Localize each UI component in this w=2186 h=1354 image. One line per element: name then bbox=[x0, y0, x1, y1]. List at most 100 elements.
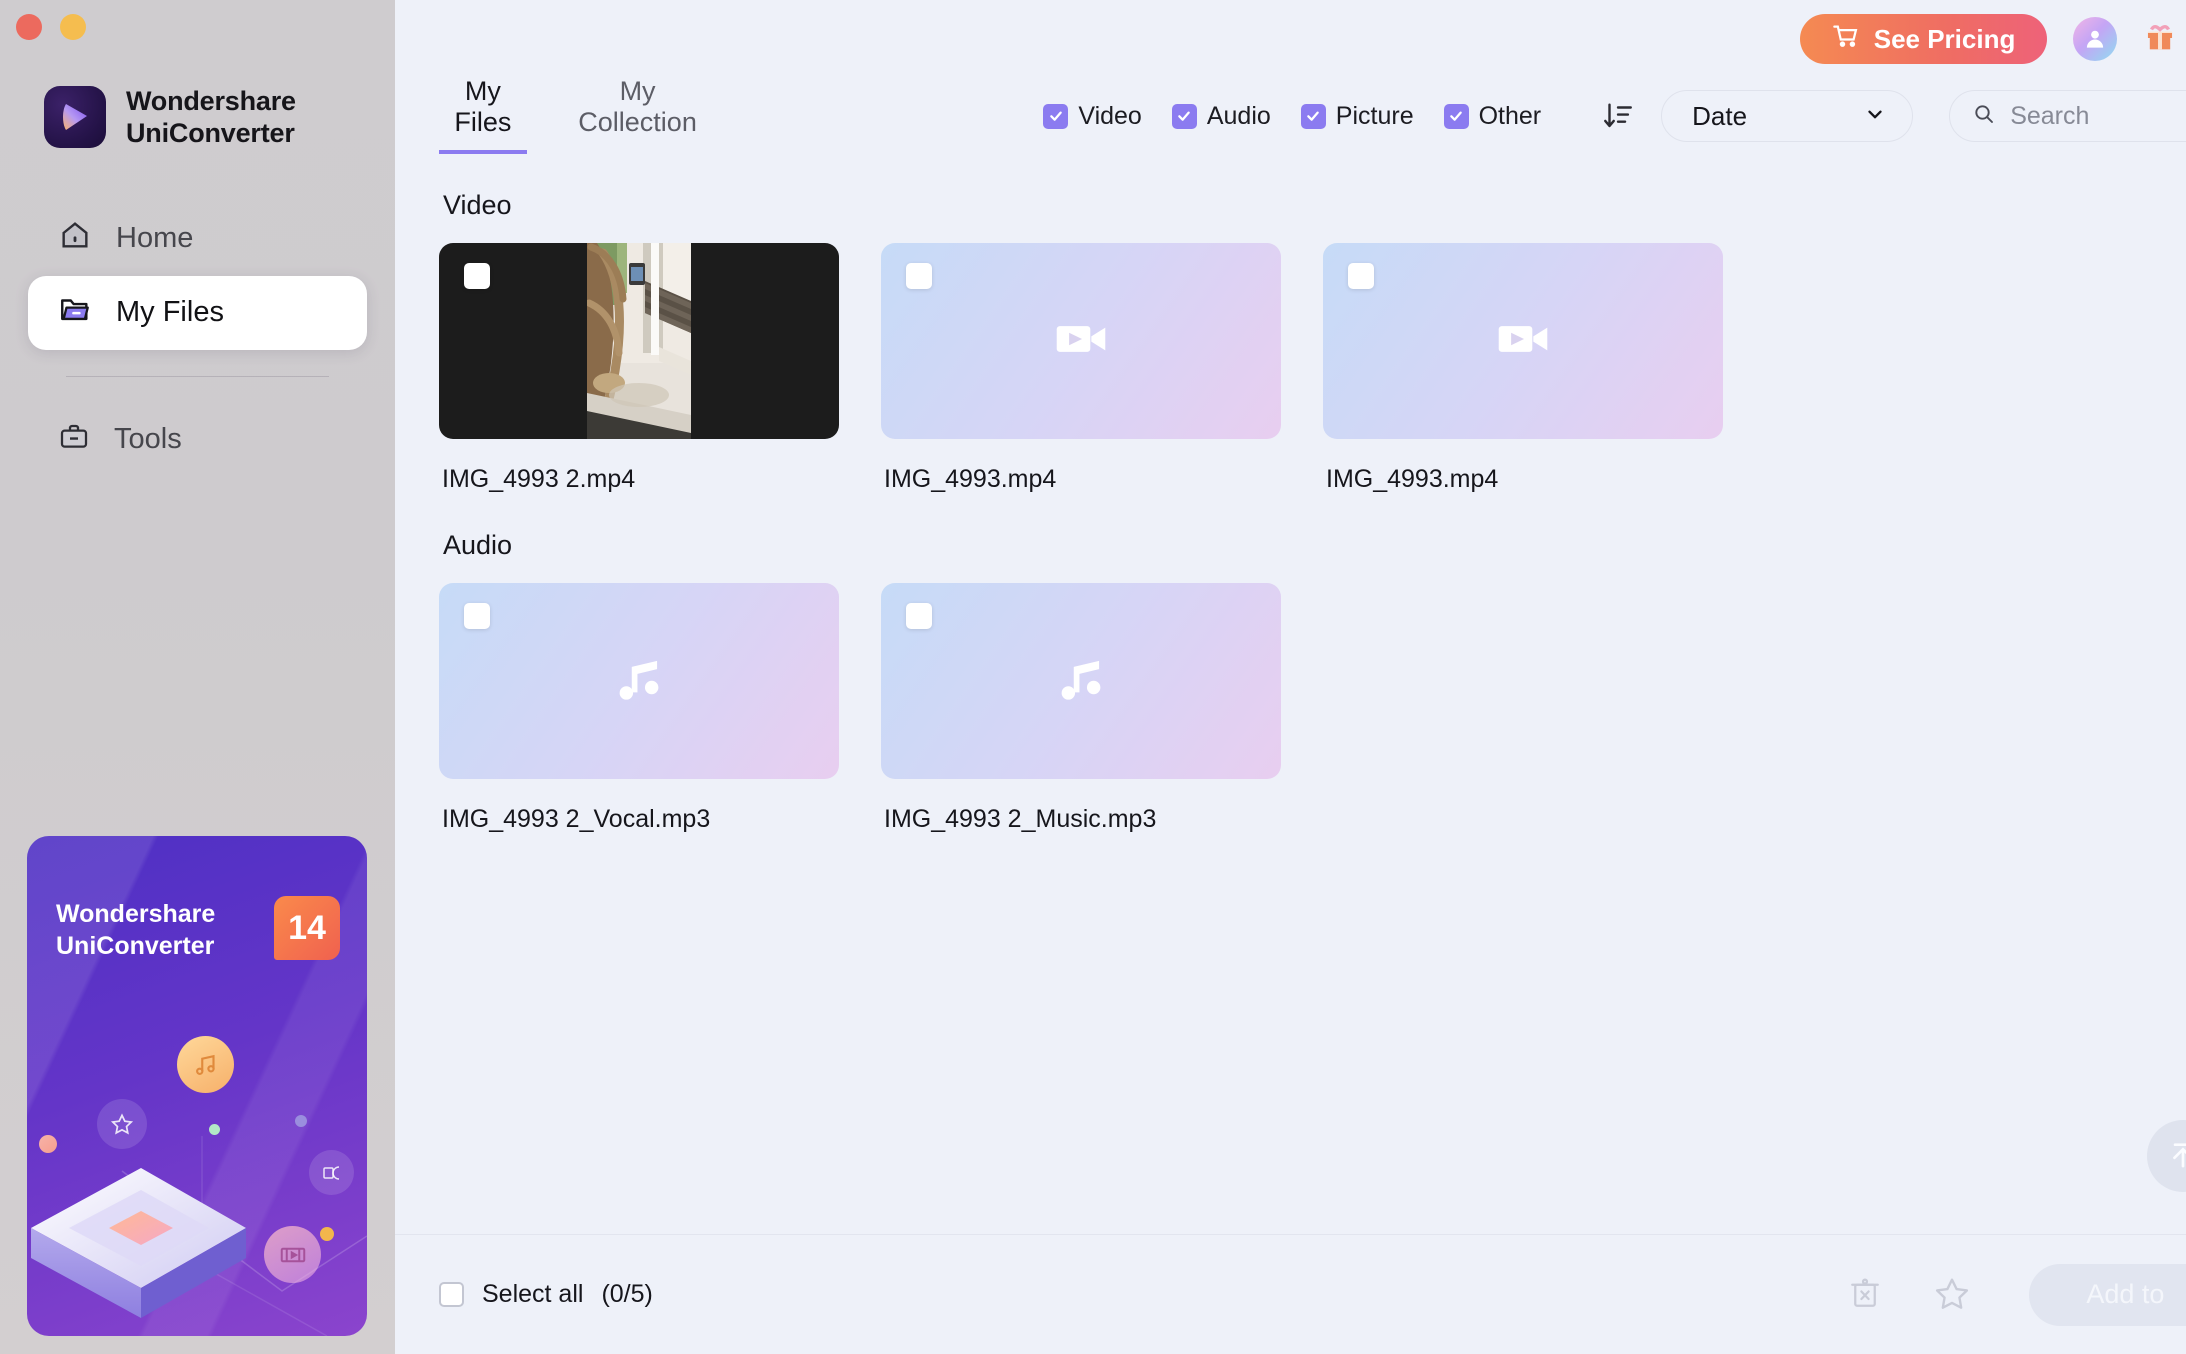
main-panel: See Pricing My Files My Collection Video… bbox=[395, 0, 2186, 1354]
sort-field-value: Date bbox=[1692, 100, 1748, 131]
file-name: IMG_4993 2_Music.mp3 bbox=[884, 805, 1157, 833]
checkbox-checked-icon bbox=[1043, 103, 1069, 129]
filter-picture-label: Picture bbox=[1335, 101, 1414, 130]
toolbox-icon bbox=[58, 420, 90, 460]
filter-audio[interactable]: Audio bbox=[1171, 101, 1271, 131]
sidebar-divider bbox=[66, 375, 329, 377]
audio-grid: IMG_4993 2_Vocal.mp3 IMG_4993 2_Music.mp… bbox=[439, 583, 2186, 834]
tab-my-files[interactable]: My Files bbox=[439, 76, 527, 154]
file-thumbnail-audio-placeholder[interactable] bbox=[439, 583, 839, 779]
close-window-button[interactable] bbox=[16, 14, 42, 40]
app-window: Wondershare UniConverter Home My Files T… bbox=[0, 0, 2186, 1354]
video-preview-frame bbox=[587, 243, 691, 439]
search-input[interactable] bbox=[2010, 101, 2186, 131]
sidebar-item-tools[interactable]: Tools bbox=[28, 403, 367, 477]
bottom-action-bar: Select all (0/5) Add to bbox=[395, 1234, 2186, 1354]
window-controls bbox=[16, 14, 86, 40]
promo-banner[interactable]: Wondershare UniConverter 14 bbox=[27, 836, 367, 1336]
file-card[interactable]: IMG_4993.mp4 bbox=[1323, 243, 1723, 494]
sidebar-item-label-home: Home bbox=[116, 222, 194, 255]
add-to-button[interactable]: Add to bbox=[2029, 1263, 2186, 1326]
see-pricing-button[interactable]: See Pricing bbox=[1799, 14, 2048, 64]
filter-other-label: Other bbox=[1478, 101, 1542, 130]
promo-film-bubble-icon bbox=[264, 1226, 321, 1283]
search-box[interactable] bbox=[1949, 90, 2186, 142]
search-icon bbox=[1972, 102, 1996, 131]
sort-field-select[interactable]: Date bbox=[1661, 90, 1914, 142]
sidebar-item-my-files[interactable]: My Files bbox=[28, 275, 367, 350]
filter-audio-label: Audio bbox=[1206, 101, 1271, 130]
sidebar-item-label-tools: Tools bbox=[114, 423, 182, 456]
minimize-window-button[interactable] bbox=[60, 14, 86, 40]
section-title-video: Video bbox=[443, 190, 512, 220]
music-note-icon bbox=[608, 648, 670, 715]
file-select-checkbox[interactable] bbox=[1348, 263, 1374, 289]
sort-descending-icon[interactable] bbox=[1601, 99, 1635, 133]
filter-other[interactable]: Other bbox=[1443, 101, 1542, 131]
file-card[interactable]: IMG_4993 2.mp4 bbox=[439, 243, 839, 494]
delete-button[interactable] bbox=[1847, 1275, 1883, 1314]
file-thumbnail-video-placeholder[interactable] bbox=[881, 243, 1281, 439]
sidebar-item-home[interactable]: Home bbox=[28, 202, 367, 276]
promo-music-bubble-icon bbox=[177, 1036, 234, 1093]
home-icon bbox=[58, 218, 92, 260]
file-select-checkbox[interactable] bbox=[464, 263, 490, 289]
scroll-to-top-button[interactable] bbox=[2147, 1120, 2186, 1192]
file-name: IMG_4993 2.mp4 bbox=[442, 465, 636, 493]
brand-line-2: UniConverter bbox=[126, 118, 295, 149]
file-name: IMG_4993 2_Vocal.mp3 bbox=[442, 805, 711, 833]
account-avatar-button[interactable] bbox=[2073, 17, 2118, 61]
section-title-audio: Audio bbox=[443, 530, 513, 560]
promo-title-line-2: UniConverter bbox=[56, 932, 215, 960]
checkbox-checked-icon bbox=[1300, 103, 1326, 129]
promo-dot-3 bbox=[295, 1115, 307, 1127]
select-all-checkbox[interactable] bbox=[439, 1282, 464, 1307]
file-name: IMG_4993.mp4 bbox=[884, 465, 1057, 493]
top-bar: See Pricing bbox=[395, 0, 2186, 78]
file-select-checkbox[interactable] bbox=[906, 603, 932, 629]
video-grid: IMG_4993 2.mp4 IMG_4993.mp4 IMG_4993.mp4 bbox=[439, 243, 2186, 494]
video-camera-icon bbox=[1492, 308, 1554, 375]
filter-video-label: Video bbox=[1078, 101, 1142, 130]
selection-count: (0/5) bbox=[601, 1280, 653, 1308]
file-card[interactable]: IMG_4993 2_Vocal.mp3 bbox=[439, 583, 839, 834]
file-thumbnail-photo[interactable] bbox=[439, 243, 839, 439]
tab-bar: My Files My Collection bbox=[439, 76, 709, 154]
folder-icon bbox=[58, 292, 92, 334]
file-card[interactable]: IMG_4993.mp4 bbox=[881, 243, 1281, 494]
star-icon bbox=[1933, 1274, 1971, 1315]
chevron-down-icon bbox=[1864, 101, 1886, 132]
favorite-button[interactable] bbox=[1933, 1274, 1971, 1315]
promo-title-line-1: Wondershare bbox=[56, 900, 216, 928]
sidebar: Wondershare UniConverter Home My Files T… bbox=[0, 0, 395, 1354]
file-select-checkbox[interactable] bbox=[906, 263, 932, 289]
music-note-icon bbox=[1050, 648, 1112, 715]
tab-my-collection[interactable]: My Collection bbox=[567, 76, 709, 154]
select-all-label: Select all bbox=[482, 1280, 584, 1308]
promo-version-badge: 14 bbox=[274, 896, 340, 960]
user-avatar-icon bbox=[2073, 17, 2118, 61]
promo-title: Wondershare UniConverter bbox=[56, 898, 271, 962]
brand-title: Wondershare UniConverter bbox=[126, 85, 296, 150]
filter-picture[interactable]: Picture bbox=[1300, 101, 1414, 131]
checkbox-checked-icon bbox=[1171, 103, 1197, 129]
play-logo-icon bbox=[44, 86, 106, 149]
brand-line-1: Wondershare bbox=[126, 86, 296, 116]
sidebar-item-label-my-files: My Files bbox=[116, 296, 224, 329]
toolbar: My Files My Collection Video Audio Pictu… bbox=[395, 76, 2186, 154]
file-card[interactable]: IMG_4993 2_Music.mp3 bbox=[881, 583, 1281, 834]
video-camera-icon bbox=[1050, 308, 1112, 375]
filter-video[interactable]: Video bbox=[1043, 102, 1142, 131]
file-select-checkbox[interactable] bbox=[464, 603, 490, 629]
file-name: IMG_4993.mp4 bbox=[1326, 465, 1499, 493]
gift-icon bbox=[2143, 21, 2177, 58]
delete-icon bbox=[1847, 1275, 1883, 1314]
file-thumbnail-audio-placeholder[interactable] bbox=[881, 583, 1281, 779]
select-all-control[interactable]: Select all (0/5) bbox=[439, 1280, 653, 1309]
cart-icon bbox=[1832, 22, 1860, 57]
file-thumbnail-video-placeholder[interactable] bbox=[1323, 243, 1723, 439]
checkbox-checked-icon bbox=[1443, 103, 1469, 129]
promo-dot-4 bbox=[320, 1227, 334, 1241]
sidebar-nav: Home My Files Tools bbox=[0, 202, 395, 477]
gift-button[interactable] bbox=[2143, 21, 2177, 58]
